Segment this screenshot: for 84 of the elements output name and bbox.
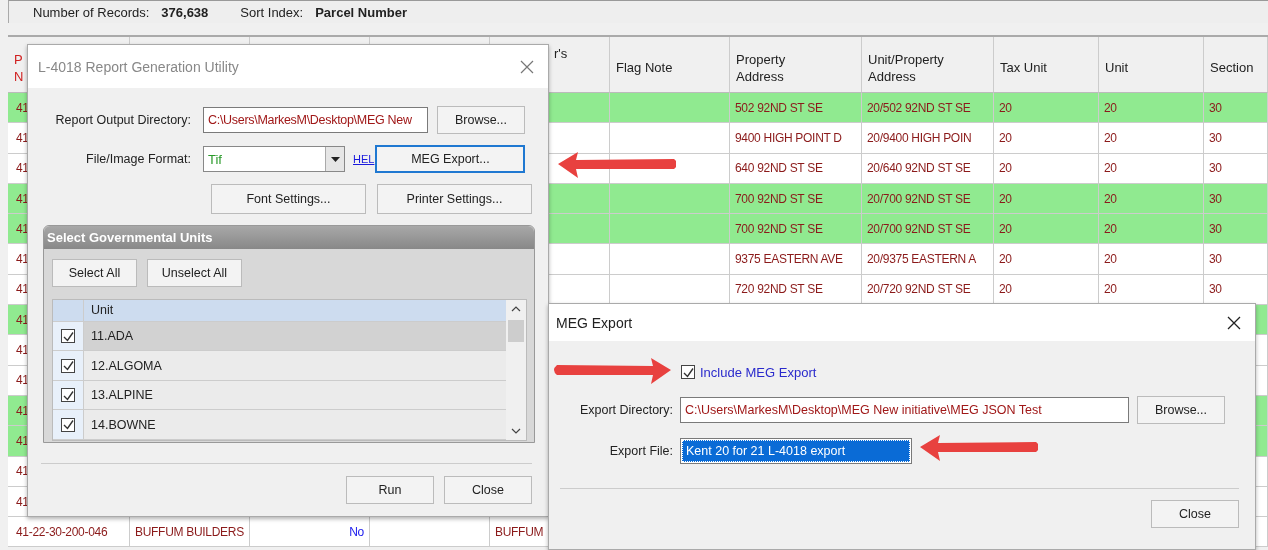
browse-button[interactable]: Browse... (1137, 396, 1225, 424)
run-button[interactable]: Run (346, 476, 434, 504)
table-cell: 30 (1204, 123, 1268, 154)
directory-field[interactable]: C:\Users\MarkesM\Desktop\MEG New (203, 107, 428, 133)
table-cell: No (250, 517, 370, 548)
checkbox[interactable] (61, 388, 75, 403)
select-button[interactable]: Select All (52, 259, 137, 287)
scrollbar[interactable] (506, 300, 526, 440)
table-cell: 41-22-30-200-046 (8, 517, 130, 548)
table-cell: 20 (1099, 123, 1204, 154)
column-header[interactable]: Property Address (730, 37, 862, 93)
check-icon (62, 360, 74, 372)
table-cell: 20/9375 EASTERN A (862, 244, 994, 275)
table-cell: 20 (994, 153, 1099, 184)
table-cell: 30 (1204, 183, 1268, 215)
field-label: Export Directory: (578, 403, 673, 417)
close-button[interactable]: Close (444, 476, 532, 504)
table-cell: 30 (1204, 244, 1268, 275)
records-label: Number of Records: (33, 4, 150, 20)
check-icon (62, 389, 74, 401)
sort-label: Sort Index: (240, 4, 304, 20)
table-cell: 20 (994, 93, 1099, 124)
settings-button[interactable]: Font Settings... (211, 184, 366, 214)
column-header[interactable]: Unit/Property Address (862, 37, 994, 93)
table-cell: 30 (1204, 214, 1268, 245)
checkbox[interactable] (61, 417, 75, 432)
check-icon (682, 366, 694, 378)
unit-row[interactable]: 13.ALPINE (53, 380, 506, 411)
table-cell: 20/502 92ND ST SE (862, 93, 994, 124)
scroll-thumb[interactable] (508, 320, 524, 342)
directory-field[interactable]: C:\Users\MarkesM\Desktop\MEG New initiative\MEG JSON Test (680, 397, 1129, 423)
sort-value: Parcel Number (315, 4, 407, 20)
unit-row[interactable]: 14.BOWNE (53, 410, 506, 440)
column-header[interactable]: Flag Note (610, 37, 730, 93)
file-name-field[interactable]: Kent 20 for 21 L-4018 export (680, 438, 912, 464)
check-icon (62, 419, 74, 431)
help-link[interactable]: HEL (353, 153, 375, 165)
table-cell: 20 (994, 123, 1099, 154)
unit-row[interactable]: 12.ALGOMA (53, 351, 506, 381)
format-dropdown[interactable]: Tif (203, 146, 345, 172)
table-cell: 700 92ND ST SE (730, 183, 862, 215)
table-cell: 20 (994, 244, 1099, 275)
checkbox-label[interactable]: Include MEG Export (700, 364, 817, 380)
table-cell: 20 (1099, 214, 1204, 245)
checkbox[interactable] (61, 329, 75, 344)
table-cell: 30 (1204, 153, 1268, 184)
field-label: Export File: (608, 444, 673, 458)
settings-button[interactable]: Printer Settings... (377, 184, 532, 214)
dialog-title: MEG Export (556, 314, 633, 331)
unit-row[interactable]: 11.ADA (53, 321, 506, 352)
checkbox[interactable] (681, 365, 695, 379)
meg-export-button[interactable]: MEG Export... (375, 145, 526, 173)
column-header[interactable]: Section (1204, 37, 1268, 93)
table-cell: 20 (1099, 153, 1204, 184)
scroll-down-icon[interactable] (511, 428, 521, 434)
panel-title: Select Governmental Units (44, 226, 534, 249)
column-header[interactable]: Unit (1099, 37, 1204, 93)
table-cell: 20 (1099, 93, 1204, 124)
table-cell: 20 (1099, 244, 1204, 275)
table-cell: 20/700 92ND ST SE (862, 214, 994, 245)
scroll-up-icon[interactable] (511, 306, 521, 312)
checkbox[interactable] (61, 358, 75, 373)
close-icon[interactable] (1227, 315, 1241, 330)
select-button[interactable]: Unselect All (147, 259, 242, 287)
table-cell: BUFFUM BUILDERS (130, 517, 250, 548)
browse-button[interactable]: Browse... (437, 106, 525, 134)
check-icon (62, 330, 74, 342)
table-cell: 20 (994, 214, 1099, 245)
table-cell: 20/700 92ND ST SE (862, 183, 994, 215)
records-count: 376,638 (161, 4, 209, 20)
table-cell: 700 92ND ST SE (730, 214, 862, 245)
column-header[interactable]: Tax Unit (994, 37, 1099, 93)
table-cell: 30 (1204, 93, 1268, 124)
table-cell: 20 (1099, 183, 1204, 215)
close-button[interactable]: Close (1151, 500, 1239, 528)
table-cell: 502 92ND ST SE (730, 93, 862, 124)
table-cell: 20 (994, 183, 1099, 215)
table-cell: 9375 EASTERN AVE (730, 244, 862, 275)
table-cell: 640 92ND ST SE (730, 153, 862, 184)
dropdown-arrow-icon (330, 156, 340, 162)
table-cell: 20/640 92ND ST SE (862, 153, 994, 184)
table-cell: 9400 HIGH POINT D (730, 123, 862, 154)
table-cell: 20/9400 HIGH POIN (862, 123, 994, 154)
dialog-title: L-4018 Report Generation Utility (38, 58, 239, 75)
